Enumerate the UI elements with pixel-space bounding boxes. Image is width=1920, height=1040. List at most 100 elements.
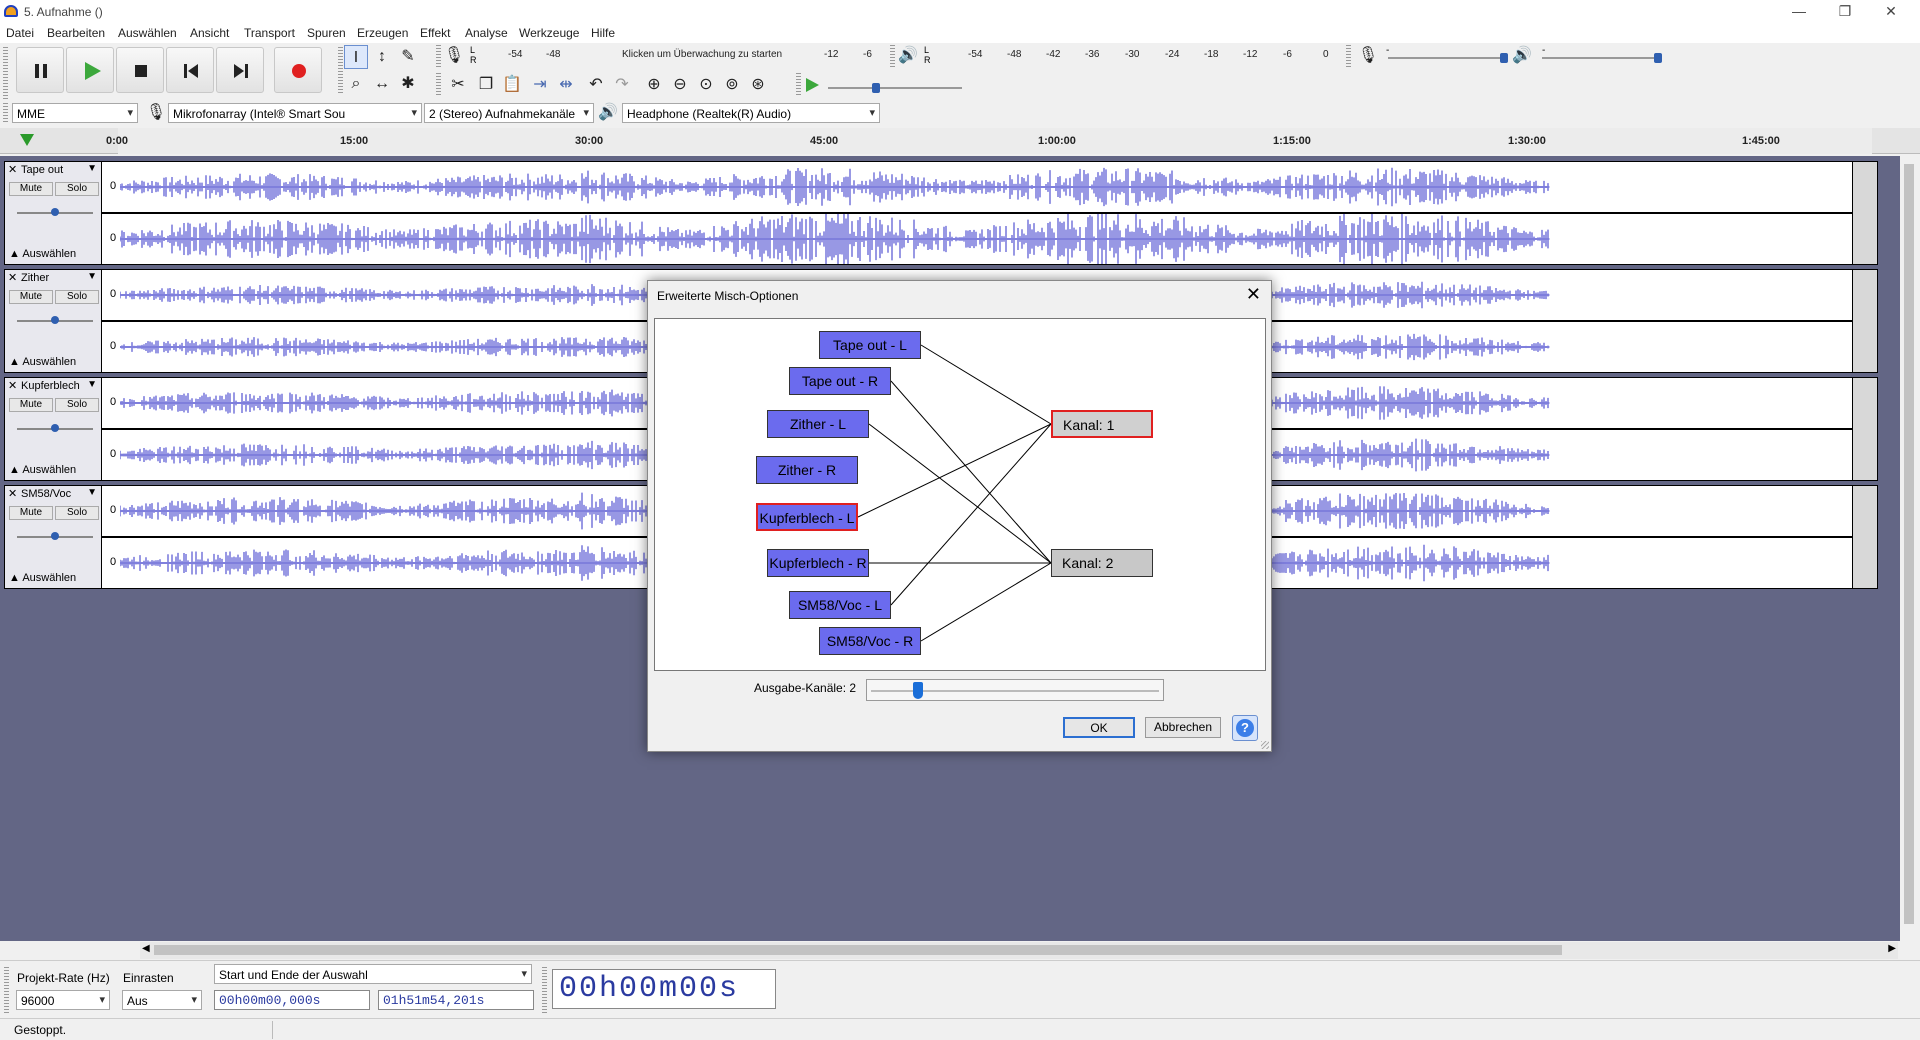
scroll-thumb[interactable]	[1904, 164, 1914, 924]
toolbar-grip[interactable]	[4, 967, 9, 1013]
menu-analyse[interactable]: Analyse	[465, 26, 508, 40]
track-name[interactable]: Tape out	[21, 164, 85, 178]
gain-slider[interactable]	[17, 208, 93, 216]
menu-datei[interactable]: Datei	[6, 26, 34, 40]
source-tape-out-l[interactable]: Tape out - L	[819, 331, 921, 359]
source-kupferblech-l[interactable]: Kupferblech - L	[756, 503, 858, 531]
track-select-button[interactable]: ▲ Auswählen	[9, 248, 89, 262]
mute-button[interactable]: Mute	[9, 182, 53, 196]
slider-thumb[interactable]	[913, 682, 923, 699]
track-scrollbar[interactable]	[1853, 270, 1877, 372]
menu-werkzeuge[interactable]: Werkzeuge	[519, 26, 579, 40]
horizontal-scrollbar[interactable]: ◀ ▶	[140, 942, 1898, 959]
zoom-in-icon[interactable]: ⊕	[642, 73, 666, 97]
play-meter-scale[interactable]: -54 -48 -42 -36 -30 -24 -18 -12 -6 0	[934, 47, 1334, 65]
output-channel-2[interactable]: Kanal: 2	[1051, 549, 1153, 577]
track-close-icon[interactable]: ✕	[8, 271, 17, 284]
slider-thumb[interactable]	[872, 83, 880, 93]
menu-ansicht[interactable]: Ansicht	[190, 26, 229, 40]
channel-left[interactable]: 0	[102, 162, 1852, 212]
source-sm58-voc-r[interactable]: SM58/Voc - R	[819, 627, 921, 655]
output-channels-slider[interactable]	[866, 679, 1164, 701]
solo-button[interactable]: Solo	[55, 398, 99, 412]
record-meter-hint[interactable]: Klicken um Überwachung zu starten	[622, 49, 782, 60]
zoom-toggle-icon[interactable]: ⊛	[746, 73, 770, 97]
cut-icon[interactable]: ✂	[446, 73, 470, 97]
scroll-right-icon[interactable]: ▶	[1888, 943, 1896, 954]
pause-button[interactable]	[16, 47, 64, 93]
toolbar-grip[interactable]	[3, 47, 8, 99]
project-rate-select[interactable]: 96000	[16, 990, 110, 1010]
playback-volume-slider[interactable]	[1542, 53, 1662, 63]
toolbar-grip[interactable]	[796, 73, 801, 95]
mute-button[interactable]: Mute	[9, 398, 53, 412]
slider-thumb[interactable]	[1500, 53, 1508, 63]
timeline-ruler[interactable]: 0:00 15:00 30:00 45:00 1:00:00 1:15:00 1…	[106, 128, 1872, 154]
track-select-button[interactable]: ▲ Auswählen	[9, 356, 89, 370]
selection-tool-icon[interactable]: I	[344, 45, 368, 69]
skip-end-button[interactable]	[216, 47, 264, 93]
play-speed-slider[interactable]	[828, 83, 962, 93]
record-button[interactable]	[274, 47, 322, 93]
record-volume-slider[interactable]	[1388, 53, 1508, 63]
mute-button[interactable]: Mute	[9, 506, 53, 520]
track-menu-icon[interactable]: ▼	[87, 379, 97, 390]
skip-start-button[interactable]	[166, 47, 214, 93]
close-window-button[interactable]: ✕	[1868, 2, 1914, 22]
envelope-tool-icon[interactable]: ↕	[370, 45, 394, 69]
audio-host-select[interactable]: MME	[12, 103, 138, 123]
source-sm58-voc-l[interactable]: SM58/Voc - L	[789, 591, 891, 619]
menu-auswaehlen[interactable]: Auswählen	[118, 26, 177, 40]
solo-button[interactable]: Solo	[55, 506, 99, 520]
selection-end-time[interactable]: 01h51m54,201s	[378, 990, 534, 1010]
menu-hilfe[interactable]: Hilfe	[591, 26, 615, 40]
play-button[interactable]	[66, 47, 114, 93]
gain-slider[interactable]	[17, 424, 93, 432]
track-menu-icon[interactable]: ▼	[87, 163, 97, 174]
redo-icon[interactable]: ↷	[610, 73, 634, 97]
toolbar-grip[interactable]	[3, 103, 8, 123]
gain-slider[interactable]	[17, 532, 93, 540]
track-name[interactable]: Zither	[21, 272, 85, 286]
zoom-tool-icon[interactable]: ⌕	[344, 72, 368, 96]
silence-icon[interactable]: ⇹	[554, 73, 578, 97]
channel-right[interactable]: 0	[102, 214, 1852, 264]
track-select-button[interactable]: ▲ Auswählen	[9, 464, 89, 478]
track-menu-icon[interactable]: ▼	[87, 271, 97, 282]
toolbar-grip[interactable]	[436, 73, 441, 95]
audio-position-display[interactable]: 00h00m00s	[552, 969, 776, 1009]
toolbar-grip[interactable]	[1346, 45, 1351, 67]
microphone-icon[interactable]: 🎙	[442, 44, 466, 68]
record-meter-scale[interactable]: -54 -48 Klicken um Überwachung zu starte…	[480, 47, 907, 65]
menu-erzeugen[interactable]: Erzeugen	[357, 26, 408, 40]
copy-icon[interactable]: ❐	[474, 73, 498, 97]
track-scrollbar[interactable]	[1853, 162, 1877, 264]
paste-icon[interactable]: 📋	[500, 73, 524, 97]
output-device-select[interactable]: Headphone (Realtek(R) Audio)	[622, 103, 880, 123]
zoom-out-icon[interactable]: ⊖	[668, 73, 692, 97]
solo-button[interactable]: Solo	[55, 182, 99, 196]
track-scrollbar[interactable]	[1853, 486, 1877, 588]
play-at-speed-icon[interactable]	[802, 75, 822, 95]
help-button[interactable]: ?	[1232, 715, 1258, 741]
mix-matrix-area[interactable]: Tape out - L Tape out - R Zither - L Zit…	[654, 318, 1266, 671]
toolbar-grip[interactable]	[890, 45, 895, 67]
speaker-icon[interactable]: 🔊	[896, 44, 920, 68]
track-close-icon[interactable]: ✕	[8, 163, 17, 176]
time-shift-tool-icon[interactable]: ↔	[370, 72, 394, 96]
fit-selection-icon[interactable]: ⊙	[694, 73, 718, 97]
selection-mode-select[interactable]: Start und Ende der Auswahl	[214, 964, 532, 984]
menu-bearbeiten[interactable]: Bearbeiten	[47, 26, 105, 40]
solo-button[interactable]: Solo	[55, 290, 99, 304]
track-select-button[interactable]: ▲ Auswählen	[9, 572, 89, 586]
draw-tool-icon[interactable]: ✎	[396, 45, 420, 69]
scroll-thumb[interactable]	[154, 945, 1562, 955]
output-channel-1[interactable]: Kanal: 1	[1051, 410, 1153, 438]
minimize-button[interactable]: —	[1776, 2, 1822, 22]
source-zither-r[interactable]: Zither - R	[756, 456, 858, 484]
dialog-close-icon[interactable]: ✕	[1246, 284, 1261, 305]
resize-grip-icon[interactable]	[1261, 741, 1269, 749]
menu-effekt[interactable]: Effekt	[420, 26, 450, 40]
ok-button[interactable]: OK	[1063, 717, 1135, 738]
trim-icon[interactable]: ⇥	[528, 73, 552, 97]
